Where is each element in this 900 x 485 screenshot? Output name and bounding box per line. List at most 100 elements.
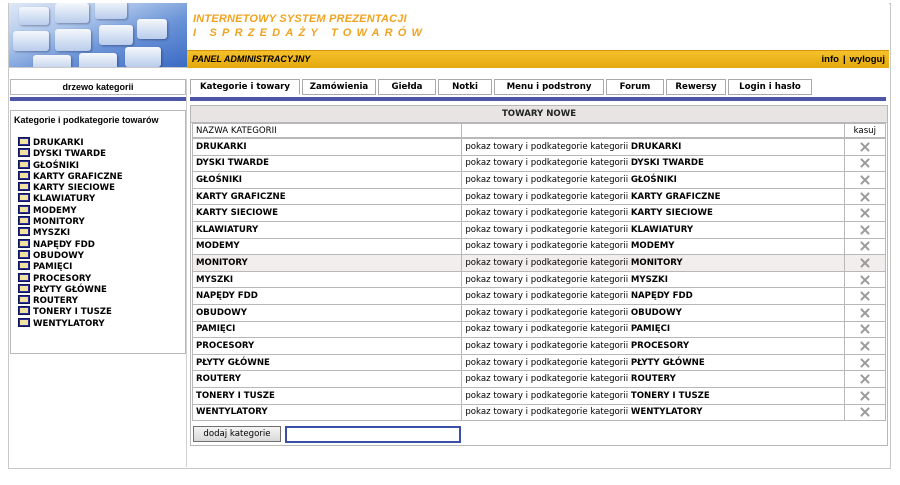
show-products-link[interactable]: pokaz towary i podkategorie kategorii GŁ… bbox=[461, 171, 845, 189]
show-products-category[interactable]: NAPĘDY FDD bbox=[631, 291, 693, 301]
tree-item[interactable]: KARTY GRAFICZNE bbox=[18, 170, 123, 182]
delete-x-icon[interactable] bbox=[859, 373, 871, 385]
tree-item[interactable]: KLAWIATURY bbox=[18, 193, 123, 204]
show-products-prefix[interactable]: pokaz towary i podkategorie kategorii bbox=[465, 308, 628, 318]
tree-item-label[interactable]: DRUKARKI bbox=[33, 138, 84, 148]
tree-item-label[interactable]: WENTYLATORY bbox=[33, 319, 105, 329]
delete-x-icon[interactable] bbox=[859, 340, 871, 352]
show-products-category[interactable]: OBUDOWY bbox=[631, 308, 682, 318]
tree-item[interactable]: TONERY I TUSZE bbox=[18, 306, 123, 317]
tab-exchange[interactable]: Giełda bbox=[378, 79, 436, 95]
tab-rewersy[interactable]: Rewersy bbox=[666, 79, 726, 95]
show-products-prefix[interactable]: pokaz towary i podkategorie kategorii bbox=[465, 374, 628, 384]
tree-item[interactable]: MODEMY bbox=[18, 204, 123, 216]
tree-item-label[interactable]: OBUDOWY bbox=[33, 251, 84, 261]
show-products-prefix[interactable]: pokaz towary i podkategorie kategorii bbox=[465, 341, 628, 351]
show-products-link[interactable]: pokaz towary i podkategorie kategorii KA… bbox=[461, 204, 845, 222]
tree-item-label[interactable]: ROUTERY bbox=[33, 296, 78, 306]
show-products-prefix[interactable]: pokaz towary i podkategorie kategorii bbox=[465, 158, 628, 168]
show-products-link[interactable]: pokaz towary i podkategorie kategorii PR… bbox=[461, 337, 845, 355]
tree-item-label[interactable]: NAPĘDY FDD bbox=[33, 240, 95, 250]
show-products-prefix[interactable]: pokaz towary i podkategorie kategorii bbox=[465, 324, 628, 334]
show-products-category[interactable]: KARTY SIECIOWE bbox=[631, 208, 713, 218]
show-products-link[interactable]: pokaz towary i podkategorie kategorii DY… bbox=[461, 154, 845, 173]
tab-notes[interactable]: Notki bbox=[438, 79, 492, 95]
show-products-prefix[interactable]: pokaz towary i podkategorie kategorii bbox=[465, 407, 628, 417]
show-products-prefix[interactable]: pokaz towary i podkategorie kategorii bbox=[465, 258, 628, 268]
show-products-category[interactable]: MYSZKI bbox=[631, 275, 668, 285]
tree-item[interactable]: PAMIĘCI bbox=[18, 261, 123, 272]
show-products-link[interactable]: pokaz towary i podkategorie kategorii WE… bbox=[461, 403, 845, 422]
tree-item-label[interactable]: DYSKI TWARDE bbox=[33, 149, 106, 159]
show-products-prefix[interactable]: pokaz towary i podkategorie kategorii bbox=[465, 225, 628, 235]
show-products-prefix[interactable]: pokaz towary i podkategorie kategorii bbox=[465, 291, 628, 301]
tree-item-label[interactable]: MYSZKI bbox=[33, 228, 70, 238]
tree-item[interactable]: KARTY SIECIOWE bbox=[18, 182, 123, 193]
delete-x-icon[interactable] bbox=[859, 141, 871, 153]
delete-x-icon[interactable] bbox=[859, 290, 871, 302]
category-tree-button[interactable]: drzewo kategorii bbox=[10, 79, 186, 95]
tree-item[interactable]: ROUTERY bbox=[18, 295, 123, 306]
show-products-prefix[interactable]: pokaz towary i podkategorie kategorii bbox=[465, 241, 628, 251]
show-products-prefix[interactable]: pokaz towary i podkategorie kategorii bbox=[465, 358, 628, 368]
show-products-category[interactable]: MONITORY bbox=[631, 258, 683, 268]
show-products-link[interactable]: pokaz towary i podkategorie kategorii DR… bbox=[461, 138, 845, 156]
delete-x-icon[interactable] bbox=[859, 307, 871, 319]
show-products-link[interactable]: pokaz towary i podkategorie kategorii OB… bbox=[461, 303, 845, 322]
show-products-link[interactable]: pokaz towary i podkategorie kategorii KA… bbox=[461, 187, 845, 206]
tree-item-label[interactable]: PŁYTY GŁÓWNE bbox=[33, 285, 107, 295]
show-products-link[interactable]: pokaz towary i podkategorie kategorii TO… bbox=[461, 386, 845, 405]
delete-x-icon[interactable] bbox=[859, 191, 871, 203]
tab-login-password[interactable]: Login i hasło bbox=[728, 79, 812, 95]
delete-x-icon[interactable] bbox=[859, 240, 871, 252]
tree-item[interactable]: DYSKI TWARDE bbox=[18, 148, 123, 159]
add-category-button[interactable]: dodaj kategorie bbox=[193, 426, 281, 442]
show-products-link[interactable]: pokaz towary i podkategorie kategorii PA… bbox=[461, 320, 845, 339]
tab-forum[interactable]: Forum bbox=[606, 79, 664, 95]
show-products-category[interactable]: GŁOŚNIKI bbox=[631, 175, 677, 185]
info-link[interactable]: info bbox=[822, 54, 839, 65]
show-products-category[interactable]: MODEMY bbox=[631, 241, 675, 251]
tree-item-label[interactable]: TONERY I TUSZE bbox=[33, 307, 112, 317]
show-products-category[interactable]: PROCESORY bbox=[631, 341, 689, 351]
delete-x-icon[interactable] bbox=[859, 174, 871, 186]
show-products-prefix[interactable]: pokaz towary i podkategorie kategorii bbox=[465, 275, 628, 285]
show-products-prefix[interactable]: pokaz towary i podkategorie kategorii bbox=[465, 192, 628, 202]
delete-x-icon[interactable] bbox=[859, 357, 871, 369]
show-products-category[interactable]: WENTYLATORY bbox=[631, 407, 703, 417]
show-products-prefix[interactable]: pokaz towary i podkategorie kategorii bbox=[465, 208, 628, 218]
delete-x-icon[interactable] bbox=[859, 406, 871, 418]
tree-item[interactable]: NAPĘDY FDD bbox=[18, 238, 123, 250]
delete-x-icon[interactable] bbox=[859, 224, 871, 236]
show-products-link[interactable]: pokaz towary i podkategorie kategorii MY… bbox=[461, 270, 845, 289]
delete-x-icon[interactable] bbox=[859, 390, 871, 402]
show-products-category[interactable]: DYSKI TWARDE bbox=[631, 158, 704, 168]
new-category-input[interactable] bbox=[285, 426, 461, 443]
tab-menu-subpages[interactable]: Menu i podstrony bbox=[494, 79, 604, 95]
tree-item[interactable]: MONITORY bbox=[18, 216, 123, 227]
tree-item-label[interactable]: KARTY GRAFICZNE bbox=[33, 172, 123, 182]
show-products-link[interactable]: pokaz towary i podkategorie kategorii PŁ… bbox=[461, 353, 845, 372]
tree-item-label[interactable]: PROCESORY bbox=[33, 274, 91, 284]
show-products-prefix[interactable]: pokaz towary i podkategorie kategorii bbox=[465, 142, 628, 152]
tree-item[interactable]: WENTYLATORY bbox=[18, 317, 123, 329]
tree-item-label[interactable]: MONITORY bbox=[33, 217, 85, 227]
show-products-link[interactable]: pokaz towary i podkategorie kategorii RO… bbox=[461, 370, 845, 388]
tree-item[interactable]: DRUKARKI bbox=[18, 137, 123, 148]
tree-item[interactable]: GŁOŚNIKI bbox=[18, 159, 123, 171]
show-products-link[interactable]: pokaz towary i podkategorie kategorii MO… bbox=[461, 254, 845, 272]
tree-item-label[interactable]: PAMIĘCI bbox=[33, 262, 72, 272]
delete-x-icon[interactable] bbox=[859, 257, 871, 269]
tree-item[interactable]: PROCESORY bbox=[18, 272, 123, 284]
tree-item[interactable]: PŁYTY GŁÓWNE bbox=[18, 283, 123, 295]
show-products-category[interactable]: KARTY GRAFICZNE bbox=[631, 192, 721, 202]
tree-item-label[interactable]: GŁOŚNIKI bbox=[33, 161, 79, 171]
show-products-category[interactable]: TONERY I TUSZE bbox=[631, 391, 710, 401]
show-products-category[interactable]: ROUTERY bbox=[631, 374, 676, 384]
tree-item-label[interactable]: KLAWIATURY bbox=[33, 194, 95, 204]
delete-x-icon[interactable] bbox=[859, 157, 871, 169]
show-products-link[interactable]: pokaz towary i podkategorie kategorii KL… bbox=[461, 220, 845, 239]
show-products-category[interactable]: KLAWIATURY bbox=[631, 225, 693, 235]
show-products-prefix[interactable]: pokaz towary i podkategorie kategorii bbox=[465, 391, 628, 401]
show-products-category[interactable]: DRUKARKI bbox=[631, 142, 682, 152]
